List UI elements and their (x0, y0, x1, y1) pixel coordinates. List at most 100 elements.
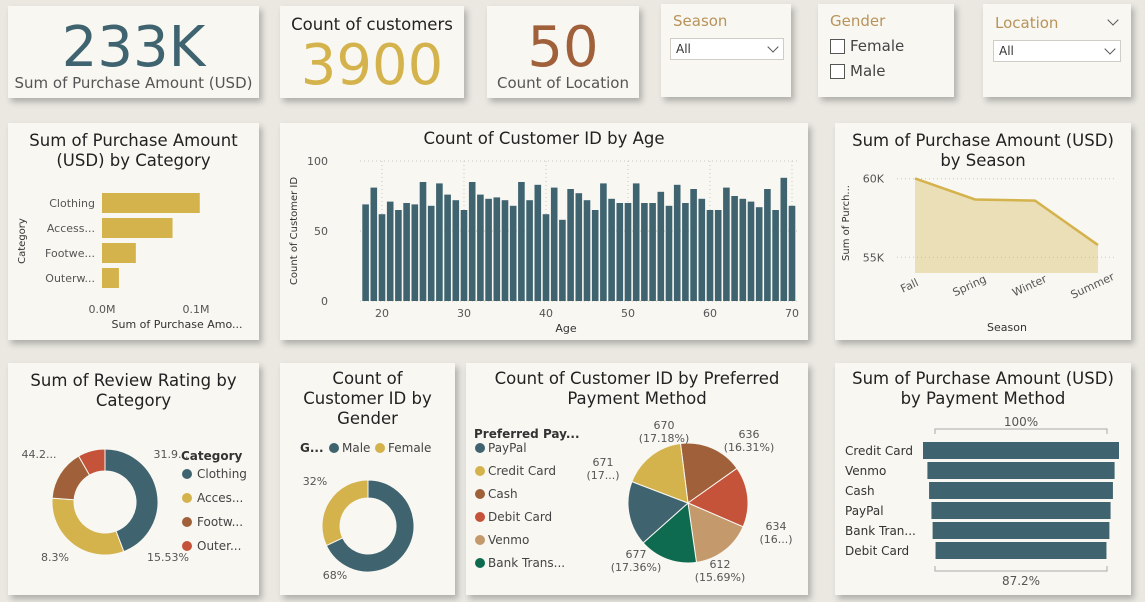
age-bar (690, 189, 697, 301)
age-bar (501, 200, 509, 301)
gender-data-label: 68% (323, 569, 347, 582)
location-slicer-title: Location (995, 14, 1059, 32)
legend-swatch (475, 466, 485, 476)
legend-label: Debit Card (488, 510, 552, 524)
kpi-location-card: 50 Count of Location (487, 6, 639, 98)
age-bar (591, 210, 599, 301)
payment-data-label: 634 (766, 520, 787, 533)
age-bar (460, 210, 468, 301)
payment-data-label: (17...) (586, 469, 619, 482)
review-donut-chart: 44.2... 31.9...15.53%8.3%CategoryClothing… (22, 448, 247, 564)
age-bar (608, 198, 615, 301)
kpi-purchase-card: 233K Sum of Purchase Amount (USD) (8, 6, 259, 98)
legend-swatch (475, 512, 485, 522)
review-slice (51, 497, 125, 556)
age-bar (485, 198, 492, 301)
funnel-bar (923, 442, 1119, 459)
kpi-customers-value: 3900 (300, 33, 444, 98)
season-area-chart: 60K 55K Fall Spring Winter Summer Season Sum of… (841, 173, 1117, 334)
age-bar (682, 203, 689, 301)
review-data-label: 15.53% (147, 551, 189, 564)
funnel-chart: 100% 87.2% Credit Card Venmo Cash PayPal Bank … (845, 415, 1119, 588)
legend-swatch (182, 541, 192, 551)
legend-label: Acces... (197, 491, 243, 505)
category-tick-label: Footwe... (45, 247, 95, 260)
kpi-purchase-label: Sum of Purchase Amount (USD) (14, 74, 253, 92)
payment-data-label: 670 (654, 419, 675, 432)
gender-data-label: 32% (303, 475, 327, 488)
age-bar (509, 205, 517, 301)
age-bar (567, 189, 574, 301)
gender-slicer: Gender Female Male (818, 4, 954, 97)
funnel-bar (931, 502, 1111, 519)
x-axis-label: Season (987, 321, 1027, 334)
review-legend-title: Category (181, 449, 243, 463)
age-bar (477, 194, 484, 301)
legend-swatch (182, 493, 192, 503)
kpi-location-label: Count of Location (497, 74, 629, 92)
funnel-category-label: Cash (845, 484, 875, 498)
legend-swatch (375, 443, 385, 453)
legend-label: Footw... (197, 515, 243, 529)
legend-label: Cash (488, 487, 518, 501)
legend-label: Clothing (197, 467, 247, 481)
age-bar (616, 203, 624, 301)
age-bar (665, 205, 673, 301)
x-tick-label: Winter (1010, 272, 1049, 299)
age-bar (526, 200, 533, 301)
kpi-purchase-value: 233K (61, 15, 206, 80)
funnel-bar (935, 542, 1107, 559)
male-checkbox[interactable] (830, 64, 845, 79)
age-bar (632, 183, 640, 301)
x-tick-label: 70 (785, 307, 799, 320)
age-bar (780, 177, 788, 301)
age-bar (419, 182, 427, 301)
gender-legend-title: G... (300, 441, 324, 455)
age-bar (452, 200, 460, 301)
age-bar (657, 191, 665, 301)
x-tick-label: 0.1M (183, 303, 210, 316)
funnel-top-label: 100% (1004, 415, 1038, 429)
location-slicer: Location All (983, 4, 1131, 97)
legend-swatch (182, 517, 192, 527)
season-dropdown-value: All (676, 42, 691, 56)
funnel-category-label: Venmo (845, 464, 886, 478)
location-dropdown-value: All (999, 44, 1014, 58)
payment-data-label: (15.69%) (695, 571, 746, 584)
gender-donut-chart: G... Male Female 68% 32% (300, 441, 431, 582)
funnel-bottom-bracket (934, 566, 1108, 572)
age-bar (362, 204, 369, 301)
chevron-down-icon (767, 41, 779, 53)
y-axis-label: Category (17, 218, 28, 264)
category-tick-label: Outerw... (45, 272, 95, 285)
season-chart-card: Sum of Purchase Amount (USD) by Season 6… (835, 123, 1131, 340)
payment-data-label: 671 (593, 456, 614, 469)
legend-swatch (475, 489, 485, 499)
age-chart-card: Count of Customer ID by Age 0 50 100 20 30 40… (280, 123, 808, 340)
funnel-category-label: Debit Card (845, 544, 909, 558)
legend-label: PayPal (488, 441, 527, 455)
category-bar (102, 218, 173, 238)
male-option-label: Male (850, 62, 886, 80)
y-tick-label: 100 (307, 155, 328, 168)
female-checkbox[interactable] (830, 39, 845, 54)
season-dropdown[interactable]: All (670, 38, 784, 60)
y-tick-label: 55K (863, 251, 885, 264)
x-tick-label: 0.0M (89, 303, 116, 316)
location-dropdown[interactable]: All (993, 40, 1121, 62)
legend-swatch (329, 443, 339, 453)
payment-data-label: 612 (710, 558, 731, 571)
funnel-bar (929, 482, 1113, 499)
collapse-chevron-icon[interactable] (1107, 14, 1119, 26)
legend-label: Male (342, 441, 370, 455)
female-option-label: Female (850, 37, 905, 55)
payment-data-label: (16...) (759, 533, 792, 546)
payment-chart-card: Count of Customer ID by Preferred Paymen… (466, 363, 808, 595)
x-tick-label: 50 (621, 307, 635, 320)
age-bar (747, 201, 755, 301)
legend-label: Bank Trans... (488, 556, 565, 570)
funnel-bar (932, 522, 1110, 539)
x-axis-label: Age (555, 322, 577, 335)
age-bar (723, 187, 730, 301)
payment-data-label: (17.18%) (639, 432, 690, 445)
